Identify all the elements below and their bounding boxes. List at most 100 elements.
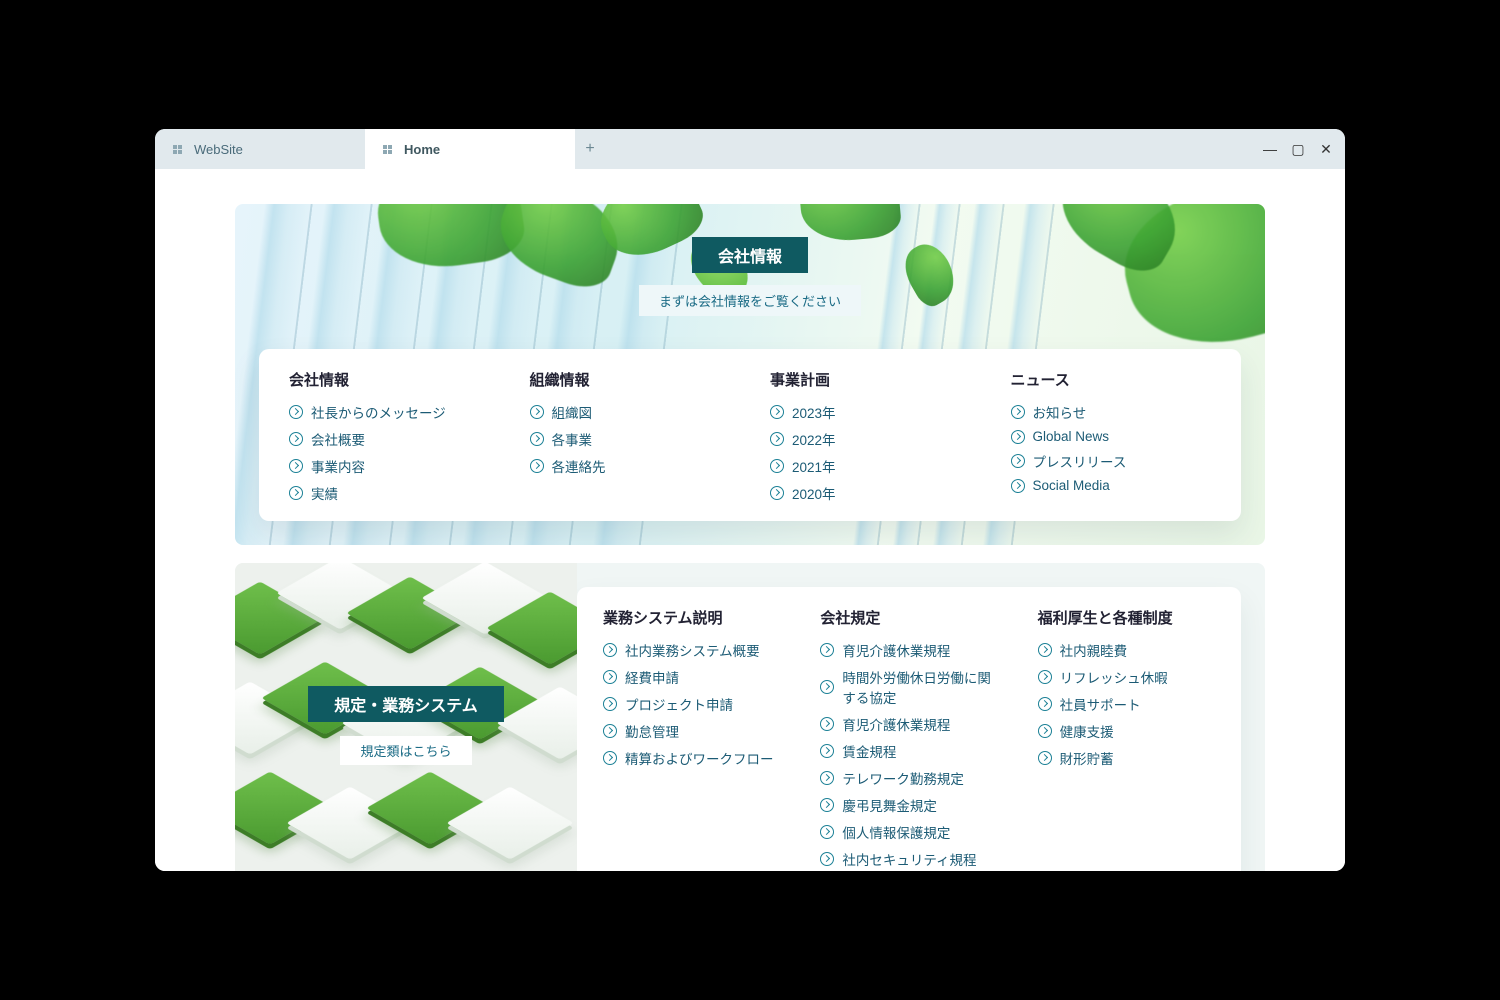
arrow-circle-icon <box>289 486 303 500</box>
arrow-circle-icon <box>603 697 617 711</box>
tab-website[interactable]: WebSite <box>155 129 365 169</box>
link-project[interactable]: プロジェクト申請 <box>603 694 780 714</box>
column-news: ニュース お知らせ Global News プレスリリース Social Med… <box>991 369 1232 503</box>
arrow-circle-icon <box>820 825 834 839</box>
column-company-info: 会社情報 社長からのメッセージ 会社概要 事業内容 実績 <box>269 369 510 503</box>
link-security[interactable]: 社内セキュリティ規程 <box>820 849 997 869</box>
column-regulations: 会社規定 育児介護休業規程 時間外労働休日労働に関する協定 育児介護休業規程 賃… <box>800 607 1017 869</box>
arrow-circle-icon <box>1038 751 1052 765</box>
tab-bar: WebSite Home + — ▢ ✕ <box>155 129 1345 169</box>
link-attendance[interactable]: 勤怠管理 <box>603 721 780 741</box>
section2-title-badge: 規定・業務システム <box>308 686 504 722</box>
arrow-circle-icon <box>1038 697 1052 711</box>
tab-label: WebSite <box>194 142 243 157</box>
link-social-media[interactable]: Social Media <box>1011 478 1212 493</box>
arrow-circle-icon <box>770 405 784 419</box>
link-savings[interactable]: 財形貯蓄 <box>1038 748 1215 768</box>
hero-section: 会社情報 まずは会社情報をご覧ください 会社情報 社長からのメッセージ 会社概要… <box>235 204 1265 545</box>
link-system-overview[interactable]: 社内業務システム概要 <box>603 640 780 660</box>
new-tab-button[interactable]: + <box>575 129 605 169</box>
arrow-circle-icon <box>603 670 617 684</box>
column-heading: 会社情報 <box>289 369 490 390</box>
arrow-circle-icon <box>820 798 834 812</box>
link-press-release[interactable]: プレスリリース <box>1011 451 1212 471</box>
arrow-circle-icon <box>820 717 834 731</box>
arrow-circle-icon <box>289 432 303 446</box>
column-business-plan: 事業計画 2023年 2022年 2021年 2020年 <box>750 369 991 503</box>
maximize-button[interactable]: ▢ <box>1289 141 1307 158</box>
arrow-circle-icon <box>603 751 617 765</box>
arrow-circle-icon <box>603 643 617 657</box>
hero-title-badge: 会社情報 <box>692 237 808 273</box>
link-2021[interactable]: 2021年 <box>770 456 971 476</box>
arrow-circle-icon <box>820 643 834 657</box>
grid-icon <box>383 145 394 154</box>
column-heading: 会社規定 <box>820 607 997 628</box>
link-org-chart[interactable]: 組織図 <box>530 402 731 422</box>
arrow-circle-icon <box>530 459 544 473</box>
arrow-circle-icon <box>820 852 834 866</box>
arrow-circle-icon <box>770 486 784 500</box>
arrow-circle-icon <box>1038 643 1052 657</box>
column-heading: ニュース <box>1011 369 1212 390</box>
arrow-circle-icon <box>1011 479 1025 493</box>
column-welfare: 福利厚生と各種制度 社内親睦費 リフレッシュ休暇 社員サポート 健康支援 財形貯… <box>1018 607 1235 869</box>
arrow-circle-icon <box>1011 454 1025 468</box>
window-controls: — ▢ ✕ <box>1261 129 1335 169</box>
arrow-circle-icon <box>820 744 834 758</box>
link-company-overview[interactable]: 会社概要 <box>289 429 490 449</box>
section2-links-card: 業務システム説明 社内業務システム概要 経費申請 プロジェクト申請 勤怠管理 精… <box>577 587 1241 871</box>
link-achievements[interactable]: 実績 <box>289 483 490 503</box>
link-privacy[interactable]: 個人情報保護規定 <box>820 822 997 842</box>
column-systems: 業務システム説明 社内業務システム概要 経費申請 プロジェクト申請 勤怠管理 精… <box>583 607 800 869</box>
link-notices[interactable]: お知らせ <box>1011 402 1212 422</box>
arrow-circle-icon <box>820 771 834 785</box>
link-2020[interactable]: 2020年 <box>770 483 971 503</box>
link-telework[interactable]: テレワーク勤務規定 <box>820 768 997 788</box>
arrow-circle-icon <box>1011 405 1025 419</box>
close-button[interactable]: ✕ <box>1317 141 1335 158</box>
tab-label: Home <box>404 142 440 157</box>
arrow-circle-icon <box>1011 430 1025 444</box>
hero-header: 会社情報 まずは会社情報をご覧ください <box>235 204 1265 349</box>
hero-links-card: 会社情報 社長からのメッセージ 会社概要 事業内容 実績 組織情報 組織図 各事… <box>259 349 1241 521</box>
grid-icon <box>173 145 184 154</box>
arrow-circle-icon <box>770 432 784 446</box>
regulations-section: 規定・業務システム 規定類はこちら 業務システム説明 社内業務システム概要 経費… <box>235 563 1265 871</box>
link-condolence[interactable]: 慶弔見舞金規定 <box>820 795 997 815</box>
link-business-content[interactable]: 事業内容 <box>289 456 490 476</box>
column-org-info: 組織情報 組織図 各事業 各連絡先 <box>510 369 751 503</box>
link-global-news[interactable]: Global News <box>1011 429 1212 444</box>
arrow-circle-icon <box>820 680 834 694</box>
browser-window: WebSite Home + — ▢ ✕ <box>155 129 1345 871</box>
link-childcare-2[interactable]: 育児介護休業規程 <box>820 714 997 734</box>
column-heading: 福利厚生と各種制度 <box>1038 607 1215 628</box>
link-each-business[interactable]: 各事業 <box>530 429 731 449</box>
link-childcare-1[interactable]: 育児介護休業規程 <box>820 640 997 660</box>
arrow-circle-icon <box>289 459 303 473</box>
link-health-support[interactable]: 健康支援 <box>1038 721 1215 741</box>
link-employee-support[interactable]: 社員サポート <box>1038 694 1215 714</box>
link-expense[interactable]: 経費申請 <box>603 667 780 687</box>
arrow-circle-icon <box>530 432 544 446</box>
link-2022[interactable]: 2022年 <box>770 429 971 449</box>
minimize-button[interactable]: — <box>1261 141 1279 157</box>
link-ceo-message[interactable]: 社長からのメッセージ <box>289 402 490 422</box>
link-2023[interactable]: 2023年 <box>770 402 971 422</box>
section2-subtitle[interactable]: 規定類はこちら <box>340 736 471 765</box>
tab-home[interactable]: Home <box>365 129 575 169</box>
column-heading: 組織情報 <box>530 369 731 390</box>
link-wage[interactable]: 賃金規程 <box>820 741 997 761</box>
arrow-circle-icon <box>530 405 544 419</box>
hero-subtitle: まずは会社情報をご覧ください <box>639 285 861 316</box>
link-overtime[interactable]: 時間外労働休日労働に関する協定 <box>820 667 997 707</box>
arrow-circle-icon <box>289 405 303 419</box>
column-heading: 業務システム説明 <box>603 607 780 628</box>
section2-image-panel: 規定・業務システム 規定類はこちら <box>235 563 577 871</box>
link-social-expense[interactable]: 社内親睦費 <box>1038 640 1215 660</box>
link-contacts[interactable]: 各連絡先 <box>530 456 731 476</box>
link-workflow[interactable]: 精算およびワークフロー <box>603 748 780 768</box>
column-heading: 事業計画 <box>770 369 971 390</box>
link-refresh-leave[interactable]: リフレッシュ休暇 <box>1038 667 1215 687</box>
arrow-circle-icon <box>1038 670 1052 684</box>
